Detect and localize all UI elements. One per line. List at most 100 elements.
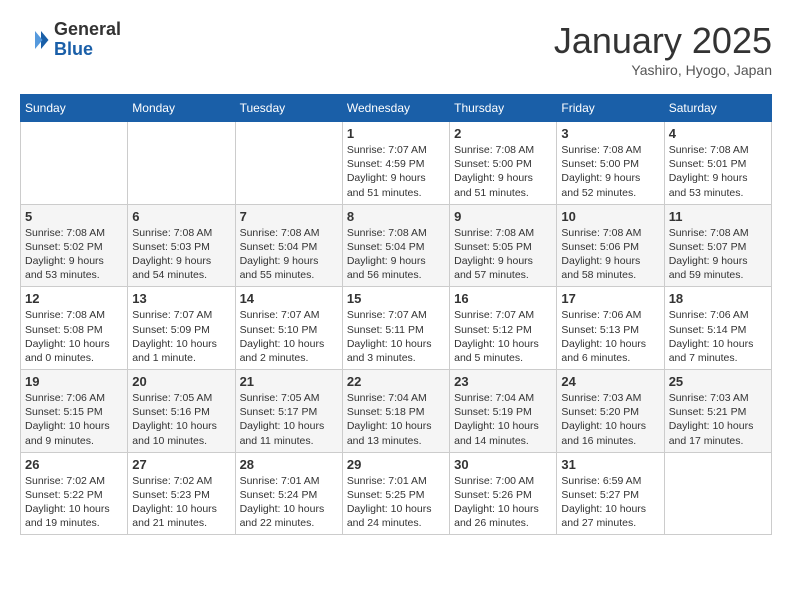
days-row: SundayMondayTuesdayWednesdayThursdayFrid…	[21, 95, 772, 122]
day-number: 18	[669, 291, 767, 306]
day-cell: 16 Sunrise: 7:07 AM Sunset: 5:12 PM Dayli…	[450, 287, 557, 370]
day-number: 1	[347, 126, 445, 141]
day-number: 22	[347, 374, 445, 389]
day-header-friday: Friday	[557, 95, 664, 122]
day-info: Sunrise: 7:01 AM Sunset: 5:25 PM Dayligh…	[347, 474, 445, 531]
day-info: Sunrise: 7:08 AM Sunset: 5:02 PM Dayligh…	[25, 226, 123, 283]
day-header-wednesday: Wednesday	[342, 95, 449, 122]
day-info: Sunrise: 7:07 AM Sunset: 5:12 PM Dayligh…	[454, 308, 552, 365]
day-header-tuesday: Tuesday	[235, 95, 342, 122]
week-row: 26 Sunrise: 7:02 AM Sunset: 5:22 PM Dayli…	[21, 452, 772, 535]
day-info: Sunrise: 7:02 AM Sunset: 5:23 PM Dayligh…	[132, 474, 230, 531]
day-cell: 28Sunrise: 7:01 AM Sunset: 5:24 PM Dayli…	[235, 452, 342, 535]
day-number: 10	[561, 209, 659, 224]
day-number: 2	[454, 126, 552, 141]
day-cell: 27 Sunrise: 7:02 AM Sunset: 5:23 PM Dayli…	[128, 452, 235, 535]
day-cell: 11 Sunrise: 7:08 AM Sunset: 5:07 PM Dayli…	[664, 204, 771, 287]
day-info: Sunrise: 7:07 AM Sunset: 4:59 PM Dayligh…	[347, 143, 445, 200]
day-number: 29	[347, 457, 445, 472]
day-info: Sunrise: 7:08 AM Sunset: 5:08 PM Dayligh…	[25, 308, 123, 365]
day-number: 5	[25, 209, 123, 224]
day-number: 30	[454, 457, 552, 472]
day-info: Sunrise: 7:08 AM Sunset: 5:01 PM Dayligh…	[669, 143, 767, 200]
day-number: 16	[454, 291, 552, 306]
day-info: Sunrise: 7:08 AM Sunset: 5:05 PM Dayligh…	[454, 226, 552, 283]
day-info: Sunrise: 7:08 AM Sunset: 5:04 PM Dayligh…	[347, 226, 445, 283]
day-cell: 6 Sunrise: 7:08 AM Sunset: 5:03 PM Daylig…	[128, 204, 235, 287]
day-cell: 21 Sunrise: 7:05 AM Sunset: 5:17 PM Dayli…	[235, 370, 342, 453]
day-number: 20	[132, 374, 230, 389]
day-number: 9	[454, 209, 552, 224]
week-row: 12 Sunrise: 7:08 AM Sunset: 5:08 PM Dayli…	[21, 287, 772, 370]
day-number: 15	[347, 291, 445, 306]
title-block: January 2025 Yashiro, Hyogo, Japan	[554, 20, 772, 78]
day-cell: 8 Sunrise: 7:08 AM Sunset: 5:04 PM Daylig…	[342, 204, 449, 287]
day-info: Sunrise: 7:08 AM Sunset: 5:03 PM Dayligh…	[132, 226, 230, 283]
day-number: 21	[240, 374, 338, 389]
day-info: Sunrise: 7:03 AM Sunset: 5:21 PM Dayligh…	[669, 391, 767, 448]
logo-blue-text: Blue	[54, 40, 121, 60]
day-info: Sunrise: 7:04 AM Sunset: 5:19 PM Dayligh…	[454, 391, 552, 448]
week-row: 5 Sunrise: 7:08 AM Sunset: 5:02 PM Daylig…	[21, 204, 772, 287]
location: Yashiro, Hyogo, Japan	[554, 62, 772, 78]
day-info: Sunrise: 7:04 AM Sunset: 5:18 PM Dayligh…	[347, 391, 445, 448]
day-cell: 7Sunrise: 7:08 AM Sunset: 5:04 PM Daylig…	[235, 204, 342, 287]
day-cell	[664, 452, 771, 535]
day-cell: 12 Sunrise: 7:08 AM Sunset: 5:08 PM Dayli…	[21, 287, 128, 370]
day-cell: 20 Sunrise: 7:05 AM Sunset: 5:16 PM Dayli…	[128, 370, 235, 453]
day-cell: 9 Sunrise: 7:08 AM Sunset: 5:05 PM Daylig…	[450, 204, 557, 287]
day-info: Sunrise: 6:59 AM Sunset: 5:27 PM Dayligh…	[561, 474, 659, 531]
day-header-saturday: Saturday	[664, 95, 771, 122]
day-cell: 19 Sunrise: 7:06 AM Sunset: 5:15 PM Dayli…	[21, 370, 128, 453]
day-number: 27	[132, 457, 230, 472]
day-cell	[21, 122, 128, 205]
day-info: Sunrise: 7:07 AM Sunset: 5:09 PM Dayligh…	[132, 308, 230, 365]
day-info: Sunrise: 7:08 AM Sunset: 5:00 PM Dayligh…	[454, 143, 552, 200]
day-number: 6	[132, 209, 230, 224]
day-number: 17	[561, 291, 659, 306]
day-info: Sunrise: 7:00 AM Sunset: 5:26 PM Dayligh…	[454, 474, 552, 531]
day-cell: 23Sunrise: 7:04 AM Sunset: 5:19 PM Dayli…	[450, 370, 557, 453]
logo-general-text: General	[54, 20, 121, 40]
day-info: Sunrise: 7:05 AM Sunset: 5:16 PM Dayligh…	[132, 391, 230, 448]
logo-icon	[20, 25, 50, 55]
day-number: 8	[347, 209, 445, 224]
day-info: Sunrise: 7:05 AM Sunset: 5:17 PM Dayligh…	[240, 391, 338, 448]
day-number: 13	[132, 291, 230, 306]
day-info: Sunrise: 7:01 AM Sunset: 5:24 PM Dayligh…	[240, 474, 338, 531]
day-number: 26	[25, 457, 123, 472]
day-number: 11	[669, 209, 767, 224]
day-number: 12	[25, 291, 123, 306]
day-cell: 14Sunrise: 7:07 AM Sunset: 5:10 PM Dayli…	[235, 287, 342, 370]
day-cell: 18 Sunrise: 7:06 AM Sunset: 5:14 PM Dayli…	[664, 287, 771, 370]
month-title: January 2025	[554, 20, 772, 62]
day-cell: 26 Sunrise: 7:02 AM Sunset: 5:22 PM Dayli…	[21, 452, 128, 535]
day-info: Sunrise: 7:08 AM Sunset: 5:06 PM Dayligh…	[561, 226, 659, 283]
day-info: Sunrise: 7:06 AM Sunset: 5:15 PM Dayligh…	[25, 391, 123, 448]
day-info: Sunrise: 7:08 AM Sunset: 5:07 PM Dayligh…	[669, 226, 767, 283]
day-info: Sunrise: 7:02 AM Sunset: 5:22 PM Dayligh…	[25, 474, 123, 531]
header: General Blue January 2025 Yashiro, Hyogo…	[20, 20, 772, 78]
day-number: 25	[669, 374, 767, 389]
day-header-monday: Monday	[128, 95, 235, 122]
day-info: Sunrise: 7:06 AM Sunset: 5:14 PM Dayligh…	[669, 308, 767, 365]
day-cell: 5 Sunrise: 7:08 AM Sunset: 5:02 PM Daylig…	[21, 204, 128, 287]
day-cell: 10 Sunrise: 7:08 AM Sunset: 5:06 PM Dayli…	[557, 204, 664, 287]
day-cell: 4Sunrise: 7:08 AM Sunset: 5:01 PM Daylig…	[664, 122, 771, 205]
day-info: Sunrise: 7:07 AM Sunset: 5:10 PM Dayligh…	[240, 308, 338, 365]
day-info: Sunrise: 7:06 AM Sunset: 5:13 PM Dayligh…	[561, 308, 659, 365]
day-number: 31	[561, 457, 659, 472]
day-number: 24	[561, 374, 659, 389]
day-cell: 3Sunrise: 7:08 AM Sunset: 5:00 PM Daylig…	[557, 122, 664, 205]
day-number: 3	[561, 126, 659, 141]
week-row: 19 Sunrise: 7:06 AM Sunset: 5:15 PM Dayli…	[21, 370, 772, 453]
calendar-body: 1 Sunrise: 7:07 AM Sunset: 4:59 PM Daylig…	[21, 122, 772, 535]
day-cell: 29 Sunrise: 7:01 AM Sunset: 5:25 PM Dayli…	[342, 452, 449, 535]
logo-text: General Blue	[54, 20, 121, 60]
day-cell	[235, 122, 342, 205]
day-header-thursday: Thursday	[450, 95, 557, 122]
day-cell: 25 Sunrise: 7:03 AM Sunset: 5:21 PM Dayli…	[664, 370, 771, 453]
day-number: 7	[240, 209, 338, 224]
day-number: 19	[25, 374, 123, 389]
day-cell: 17 Sunrise: 7:06 AM Sunset: 5:13 PM Dayli…	[557, 287, 664, 370]
